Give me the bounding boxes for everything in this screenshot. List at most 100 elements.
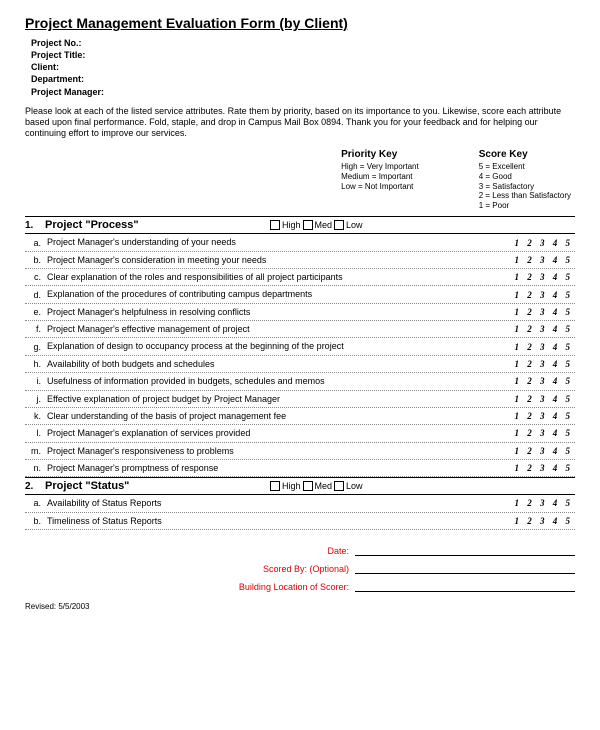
item-row: e.Project Manager's helpfulness in resol… bbox=[25, 304, 575, 321]
item-letter: k. bbox=[25, 411, 47, 421]
sig-line-scored-by[interactable] bbox=[355, 564, 575, 574]
score-key-line: 5 = Excellent bbox=[479, 162, 571, 172]
priority-key-line: Medium = Important bbox=[341, 172, 419, 182]
item-text: Effective explanation of project budget … bbox=[47, 394, 515, 404]
item-score[interactable]: 1 2 3 4 5 bbox=[515, 428, 576, 438]
checkbox-high[interactable] bbox=[270, 481, 280, 491]
item-row: b.Project Manager's consideration in mee… bbox=[25, 252, 575, 269]
item-score[interactable]: 1 2 3 4 5 bbox=[515, 446, 576, 456]
item-text: Project Manager's explanation of service… bbox=[47, 428, 515, 438]
item-row: a.Project Manager's understanding of you… bbox=[25, 234, 575, 251]
item-letter: i. bbox=[25, 376, 47, 386]
checkbox-high-label: High bbox=[282, 481, 301, 491]
form-title: Project Management Evaluation Form (by C… bbox=[25, 15, 575, 31]
item-row: b.Timeliness of Status Reports1 2 3 4 5 bbox=[25, 513, 575, 530]
sig-row-scored-by: Scored By: (Optional) bbox=[25, 564, 575, 574]
item-letter: m. bbox=[25, 446, 47, 456]
score-key-line: 3 = Satisfactory bbox=[479, 182, 571, 192]
score-key: Score Key 5 = Excellent 4 = Good 3 = Sat… bbox=[479, 149, 571, 210]
priority-key-line: Low = Not Important bbox=[341, 182, 419, 192]
item-score[interactable]: 1 2 3 4 5 bbox=[515, 376, 576, 386]
item-text: Clear understanding of the basis of proj… bbox=[47, 411, 515, 421]
item-score[interactable]: 1 2 3 4 5 bbox=[515, 498, 576, 508]
checkbox-med[interactable] bbox=[303, 220, 313, 230]
item-score[interactable]: 1 2 3 4 5 bbox=[515, 342, 576, 352]
item-letter: a. bbox=[25, 238, 47, 248]
priority-key-line: High = Very Important bbox=[341, 162, 419, 172]
item-score[interactable]: 1 2 3 4 5 bbox=[515, 238, 576, 248]
item-row: d.Explanation of the procedures of contr… bbox=[25, 286, 575, 303]
item-row: f.Project Manager's effective management… bbox=[25, 321, 575, 338]
item-score[interactable]: 1 2 3 4 5 bbox=[515, 272, 576, 282]
checkbox-low[interactable] bbox=[334, 220, 344, 230]
item-text: Clear explanation of the roles and respo… bbox=[47, 272, 515, 282]
item-text: Explanation of the procedures of contrib… bbox=[47, 289, 515, 299]
priority-checkboxes: High Med Low bbox=[270, 481, 363, 491]
checkbox-med-label: Med bbox=[315, 220, 333, 230]
item-letter: a. bbox=[25, 498, 47, 508]
sig-label-location: Building Location of Scorer: bbox=[25, 582, 355, 592]
item-letter: g. bbox=[25, 342, 47, 352]
section-2-header: 2. Project "Status" High Med Low bbox=[25, 477, 575, 495]
item-letter: b. bbox=[25, 516, 47, 526]
item-text: Project Manager's consideration in meeti… bbox=[47, 255, 515, 265]
item-score[interactable]: 1 2 3 4 5 bbox=[515, 516, 576, 526]
item-row: h.Availability of both budgets and sched… bbox=[25, 356, 575, 373]
sig-line-date[interactable] bbox=[355, 546, 575, 556]
item-letter: d. bbox=[25, 290, 47, 300]
item-letter: n. bbox=[25, 463, 47, 473]
section-title: Project "Process" bbox=[45, 219, 270, 231]
checkbox-low[interactable] bbox=[334, 481, 344, 491]
priority-key-title: Priority Key bbox=[341, 149, 419, 160]
item-letter: b. bbox=[25, 255, 47, 265]
instructions-text: Please look at each of the listed servic… bbox=[25, 106, 575, 140]
item-row: l.Project Manager's explanation of servi… bbox=[25, 425, 575, 442]
item-score[interactable]: 1 2 3 4 5 bbox=[515, 255, 576, 265]
section-1-header: 1. Project "Process" High Med Low bbox=[25, 216, 575, 234]
checkbox-low-label: Low bbox=[346, 481, 363, 491]
item-score[interactable]: 1 2 3 4 5 bbox=[515, 324, 576, 334]
item-row: i.Usefulness of information provided in … bbox=[25, 373, 575, 390]
section-num: 2. bbox=[25, 481, 45, 492]
score-key-line: 1 = Poor bbox=[479, 201, 571, 211]
item-letter: h. bbox=[25, 359, 47, 369]
checkbox-med-label: Med bbox=[315, 481, 333, 491]
item-score[interactable]: 1 2 3 4 5 bbox=[515, 411, 576, 421]
item-letter: f. bbox=[25, 324, 47, 334]
item-row: c.Clear explanation of the roles and res… bbox=[25, 269, 575, 286]
checkbox-high[interactable] bbox=[270, 220, 280, 230]
item-row: a.Availability of Status Reports1 2 3 4 … bbox=[25, 495, 575, 512]
item-text: Project Manager's effective management o… bbox=[47, 324, 515, 334]
item-text: Project Manager's responsiveness to prob… bbox=[47, 446, 515, 456]
score-key-line: 2 = Less than Satisfactory bbox=[479, 191, 571, 201]
checkbox-med[interactable] bbox=[303, 481, 313, 491]
item-text: Project Manager's understanding of your … bbox=[47, 237, 515, 247]
item-row: m.Project Manager's responsiveness to pr… bbox=[25, 443, 575, 460]
item-row: j.Effective explanation of project budge… bbox=[25, 391, 575, 408]
field-department: Department: bbox=[31, 73, 575, 85]
header-fields: Project No.: Project Title: Client: Depa… bbox=[31, 37, 575, 98]
sig-label-date: Date: bbox=[25, 546, 355, 556]
item-row: k.Clear understanding of the basis of pr… bbox=[25, 408, 575, 425]
item-score[interactable]: 1 2 3 4 5 bbox=[515, 290, 576, 300]
field-project-manager: Project Manager: bbox=[31, 86, 575, 98]
item-score[interactable]: 1 2 3 4 5 bbox=[515, 307, 576, 317]
checkbox-low-label: Low bbox=[346, 220, 363, 230]
sig-label-scored-by: Scored By: (Optional) bbox=[25, 564, 355, 574]
item-score[interactable]: 1 2 3 4 5 bbox=[515, 394, 576, 404]
item-row: g.Explanation of design to occupancy pro… bbox=[25, 338, 575, 355]
signature-block: Date: Scored By: (Optional) Building Loc… bbox=[25, 546, 575, 592]
item-score[interactable]: 1 2 3 4 5 bbox=[515, 359, 576, 369]
item-letter: j. bbox=[25, 394, 47, 404]
priority-checkboxes: High Med Low bbox=[270, 220, 363, 230]
item-text: Usefulness of information provided in bu… bbox=[47, 376, 515, 386]
field-project-title: Project Title: bbox=[31, 49, 575, 61]
item-score[interactable]: 1 2 3 4 5 bbox=[515, 463, 576, 473]
sig-line-location[interactable] bbox=[355, 582, 575, 592]
item-row: n.Project Manager's promptness of respon… bbox=[25, 460, 575, 477]
keys-row: Priority Key High = Very Important Mediu… bbox=[25, 149, 575, 210]
item-letter: l. bbox=[25, 428, 47, 438]
item-text: Project Manager's promptness of response bbox=[47, 463, 515, 473]
revised-date: Revised: 5/5/2003 bbox=[25, 602, 575, 611]
section-title: Project "Status" bbox=[45, 480, 270, 492]
